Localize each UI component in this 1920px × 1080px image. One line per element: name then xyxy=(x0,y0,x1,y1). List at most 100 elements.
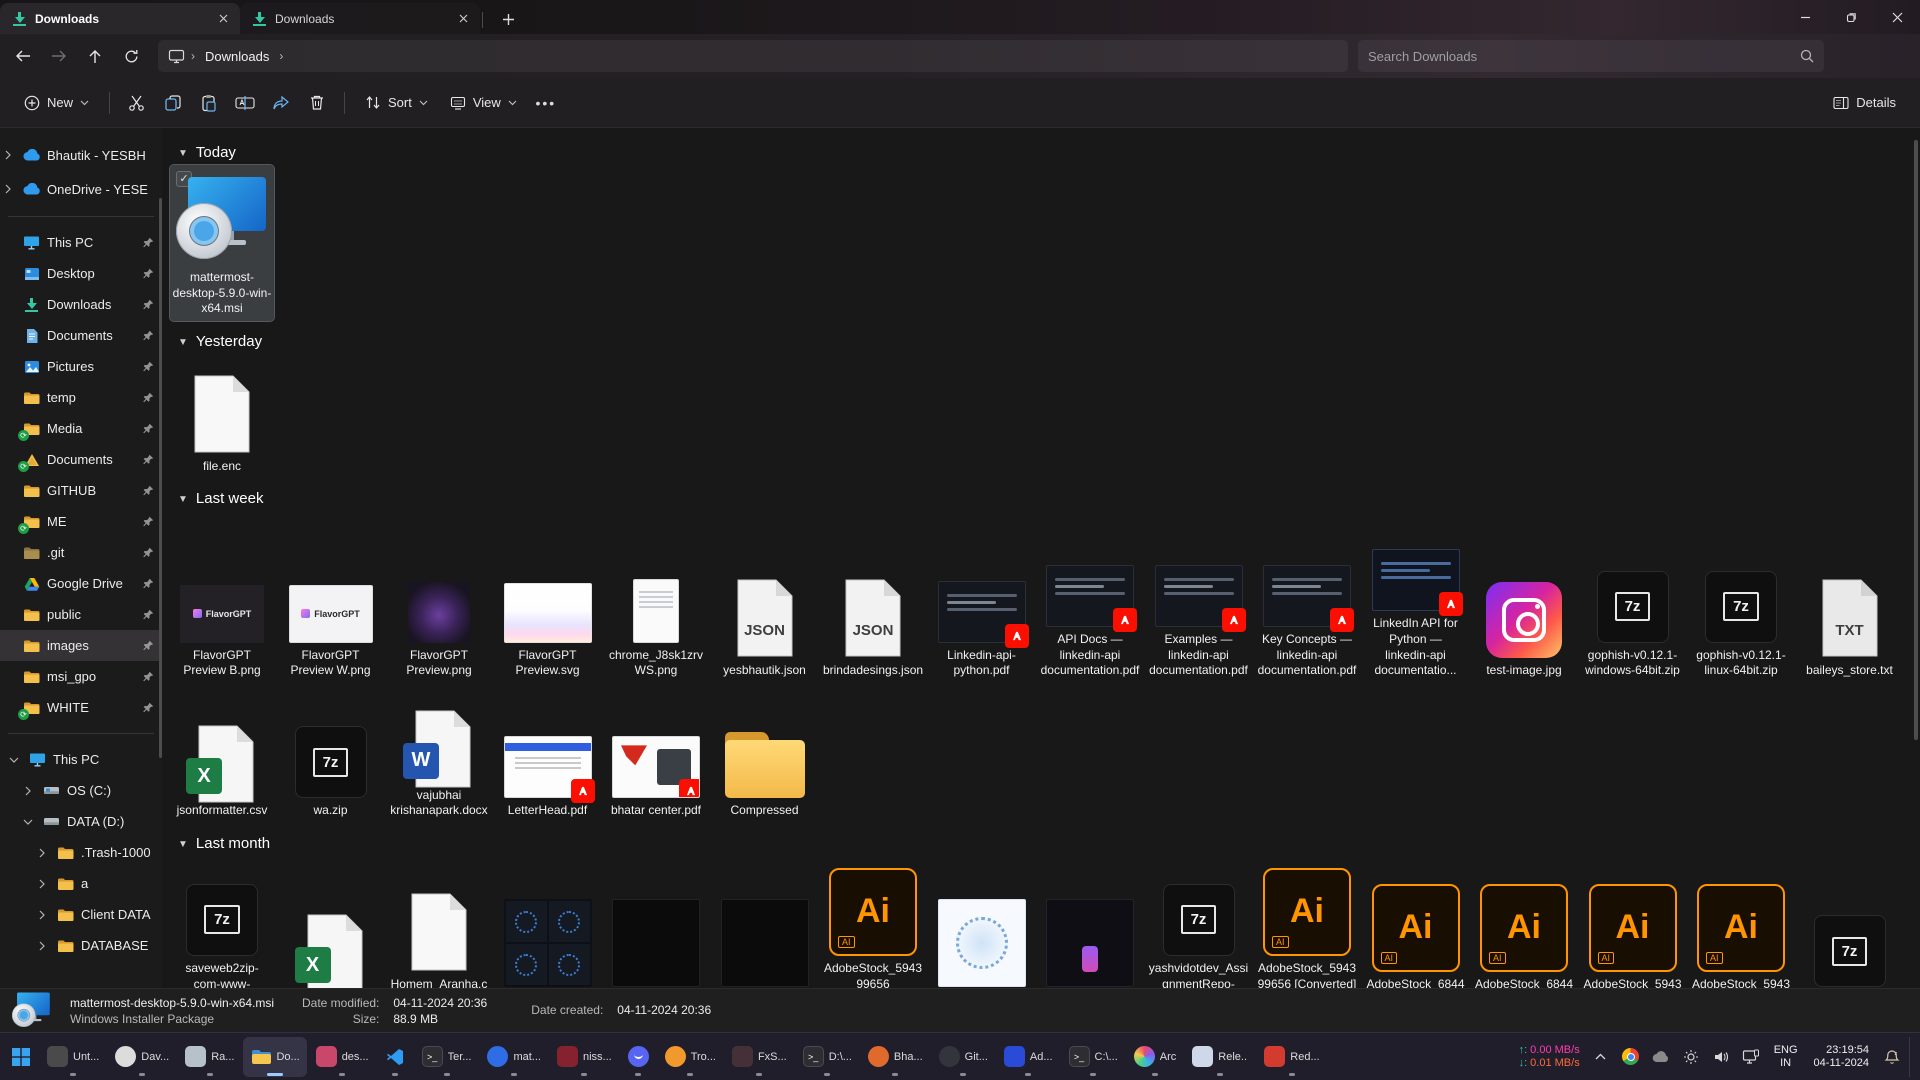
taskbar-app-d[interactable]: >_D:\... xyxy=(796,1037,859,1077)
sort-button[interactable]: Sort xyxy=(355,85,438,121)
taskbar-app-ra[interactable]: Ra... xyxy=(178,1037,241,1077)
chevron-right-icon[interactable] xyxy=(20,786,36,796)
address-bar[interactable]: › Downloads › xyxy=(158,40,1348,72)
file-tile[interactable]: FlavorGPTFlavorGPT Preview W.png xyxy=(279,543,383,683)
sidebar-item-desktop[interactable]: Desktop xyxy=(0,258,162,289)
file-tile[interactable]: m2m377xc.png xyxy=(930,887,1034,988)
forward-button[interactable] xyxy=(42,40,76,72)
sidebar-tree-a[interactable]: a xyxy=(0,868,162,899)
refresh-button[interactable] xyxy=(114,40,148,72)
file-tile[interactable]: Group 37.png xyxy=(496,887,600,988)
back-button[interactable] xyxy=(6,40,40,72)
file-tile[interactable]: FlavorGPTFlavorGPT Preview B.png xyxy=(170,543,274,683)
taskbar-app-mat[interactable]: mat... xyxy=(480,1037,548,1077)
taskbar-app-dav[interactable]: Dav... xyxy=(108,1037,176,1077)
file-tile[interactable]: FlavorGPT Preview.png xyxy=(387,543,491,683)
sidebar-item-me[interactable]: ⟳ME xyxy=(0,506,162,537)
sidebar-tree-this-pc[interactable]: This PC xyxy=(0,744,162,775)
hidden-icons-chevron[interactable] xyxy=(1588,1042,1614,1072)
chrome-tray-icon[interactable] xyxy=(1618,1042,1644,1072)
chevron-down-icon[interactable] xyxy=(6,757,22,763)
chevron-right-icon[interactable] xyxy=(34,879,50,889)
tab-close-icon[interactable] xyxy=(454,10,472,28)
more-options-button[interactable]: ••• xyxy=(529,85,563,121)
sidebar-item-pictures[interactable]: Pictures xyxy=(0,351,162,382)
new-tab-button[interactable] xyxy=(493,4,523,34)
share-button[interactable] xyxy=(264,85,298,121)
network-speed-widget[interactable]: ↑:0.00 MB/s ↓:0.01 MB/s xyxy=(1519,1044,1580,1070)
file-tile[interactable]: Rectangle 7.png xyxy=(713,887,817,988)
sidebar-item-documents[interactable]: Documents xyxy=(0,320,162,351)
sidebar-tree-database[interactable]: DATABASE xyxy=(0,930,162,961)
sidebar-cloud-item-0[interactable]: Bhautik - YESBH xyxy=(0,138,162,172)
taskbar-app-ad[interactable]: Ad... xyxy=(997,1037,1060,1077)
group-header-today[interactable]: ▼Today xyxy=(178,144,1912,161)
sidebar-item-images[interactable]: images xyxy=(0,630,162,661)
group-header-yesterday[interactable]: ▼Yesterday xyxy=(178,333,1912,350)
up-button[interactable] xyxy=(78,40,112,72)
taskbar-app-ter[interactable]: >_Ter... xyxy=(415,1037,479,1077)
file-tile[interactable]: ✓mattermost-desktop-5.9.0-win-x64.msi xyxy=(170,165,274,321)
file-tile[interactable]: 7zgophish-v0.12.1-linux-64bit.zip xyxy=(1689,543,1793,683)
file-tile[interactable]: test-image.jpg xyxy=(1472,558,1576,683)
volume-icon[interactable] xyxy=(1708,1042,1734,1072)
maximize-button[interactable] xyxy=(1828,0,1874,34)
sidebar-tree-client-data[interactable]: Client DATA xyxy=(0,899,162,930)
taskbar-app-rele[interactable]: Rele... xyxy=(1185,1037,1255,1077)
brightness-icon[interactable] xyxy=(1678,1042,1704,1072)
copy-button[interactable] xyxy=(156,85,190,121)
file-tile[interactable]: FlavorGPT Preview.svg xyxy=(496,543,600,683)
chevron-right-icon[interactable] xyxy=(0,150,16,160)
file-tile[interactable]: chrome_J8sk1zrvWS.png xyxy=(604,543,708,683)
sidebar-item-downloads[interactable]: Downloads xyxy=(0,289,162,320)
sidebar-item-media[interactable]: ⟳Media xyxy=(0,413,162,444)
show-desktop-button[interactable] xyxy=(1909,1037,1914,1077)
chevron-right-icon[interactable] xyxy=(0,184,16,194)
file-tile[interactable]: BHAUTIK.png xyxy=(1038,887,1142,988)
taskbar-app-bha[interactable]: Bha... xyxy=(861,1037,930,1077)
file-tile[interactable]: Xjsonformatter.csv xyxy=(170,698,274,823)
file-tile[interactable]: bhatar center.pdf xyxy=(604,698,708,823)
chevron-right-icon[interactable] xyxy=(34,848,50,858)
file-tile[interactable]: TXTbaileys_store.txt xyxy=(1798,558,1902,683)
view-button[interactable]: View xyxy=(440,85,527,121)
group-header-last-month[interactable]: ▼Last month xyxy=(178,835,1912,852)
taskbar-app-unt[interactable]: Unt... xyxy=(40,1037,106,1077)
file-tile[interactable]: AiAIAdobeStock_594399656.ai xyxy=(1689,872,1793,988)
taskbar-app-vscode[interactable] xyxy=(378,1037,413,1077)
cut-button[interactable] xyxy=(120,85,154,121)
delete-button[interactable] xyxy=(300,85,334,121)
file-tile[interactable]: Xvoucher.xlsx xyxy=(279,887,383,988)
sidebar-item-temp[interactable]: temp xyxy=(0,382,162,413)
search-box[interactable] xyxy=(1358,40,1824,72)
minimize-button[interactable] xyxy=(1782,0,1828,34)
taskbar-app-tro[interactable]: Tro... xyxy=(658,1037,723,1077)
sidebar-tree-data-d-[interactable]: DATA (D:) xyxy=(0,806,162,837)
file-tile[interactable]: Key Concepts — linkedin-api documentatio… xyxy=(1255,527,1359,683)
file-tile[interactable]: 7zwa.zip xyxy=(279,698,383,823)
chevron-down-icon[interactable] xyxy=(20,819,36,825)
file-tile[interactable]: Rectangle 6.png xyxy=(604,887,708,988)
file-tile[interactable]: 7zsaveweb2zip-com-www-harness-io.zip xyxy=(170,856,274,988)
clock-widget[interactable]: 23:19:5404-11-2024 xyxy=(1808,1044,1875,1070)
sidebar-item-public[interactable]: public xyxy=(0,599,162,630)
sidebar-tree--trash-1000[interactable]: .Trash-1000 xyxy=(0,837,162,868)
sidebar-item-google-drive[interactable]: Google Drive xyxy=(0,568,162,599)
taskbar-app-arc[interactable]: Arc xyxy=(1127,1037,1184,1077)
file-tile[interactable]: Examples — linkedin-api documentation.pd… xyxy=(1147,527,1251,683)
taskbar-app-c[interactable]: >_C:\... xyxy=(1062,1037,1125,1077)
file-tile[interactable]: 7zyashvidotdev_AssignmentRepo-main.zip xyxy=(1147,856,1251,988)
tab-close-icon[interactable] xyxy=(214,10,232,28)
breadcrumb-downloads[interactable]: Downloads xyxy=(201,47,273,66)
taskbar-app-do[interactable]: Do... xyxy=(243,1037,306,1077)
file-tile[interactable]: Wvajubhai krishanapark.docx xyxy=(387,683,491,823)
group-header-last-week[interactable]: ▼Last week xyxy=(178,490,1912,507)
onedrive-cloud-icon[interactable] xyxy=(1648,1042,1674,1072)
paste-button[interactable] xyxy=(192,85,226,121)
file-tile[interactable]: AiAIAdobeStock_594399656 - Copy.ai xyxy=(1581,872,1685,988)
sidebar-item-white[interactable]: ⟳WHITE xyxy=(0,692,162,723)
file-tile[interactable]: 7zgophish-v0.12.1-windows-64bit.zip xyxy=(1581,543,1685,683)
taskbar-app-des[interactable]: des... xyxy=(309,1037,376,1077)
file-tile[interactable]: API Docs — linkedin-api documentation.pd… xyxy=(1038,527,1142,683)
taskbar-app-niss[interactable]: niss... xyxy=(550,1037,619,1077)
